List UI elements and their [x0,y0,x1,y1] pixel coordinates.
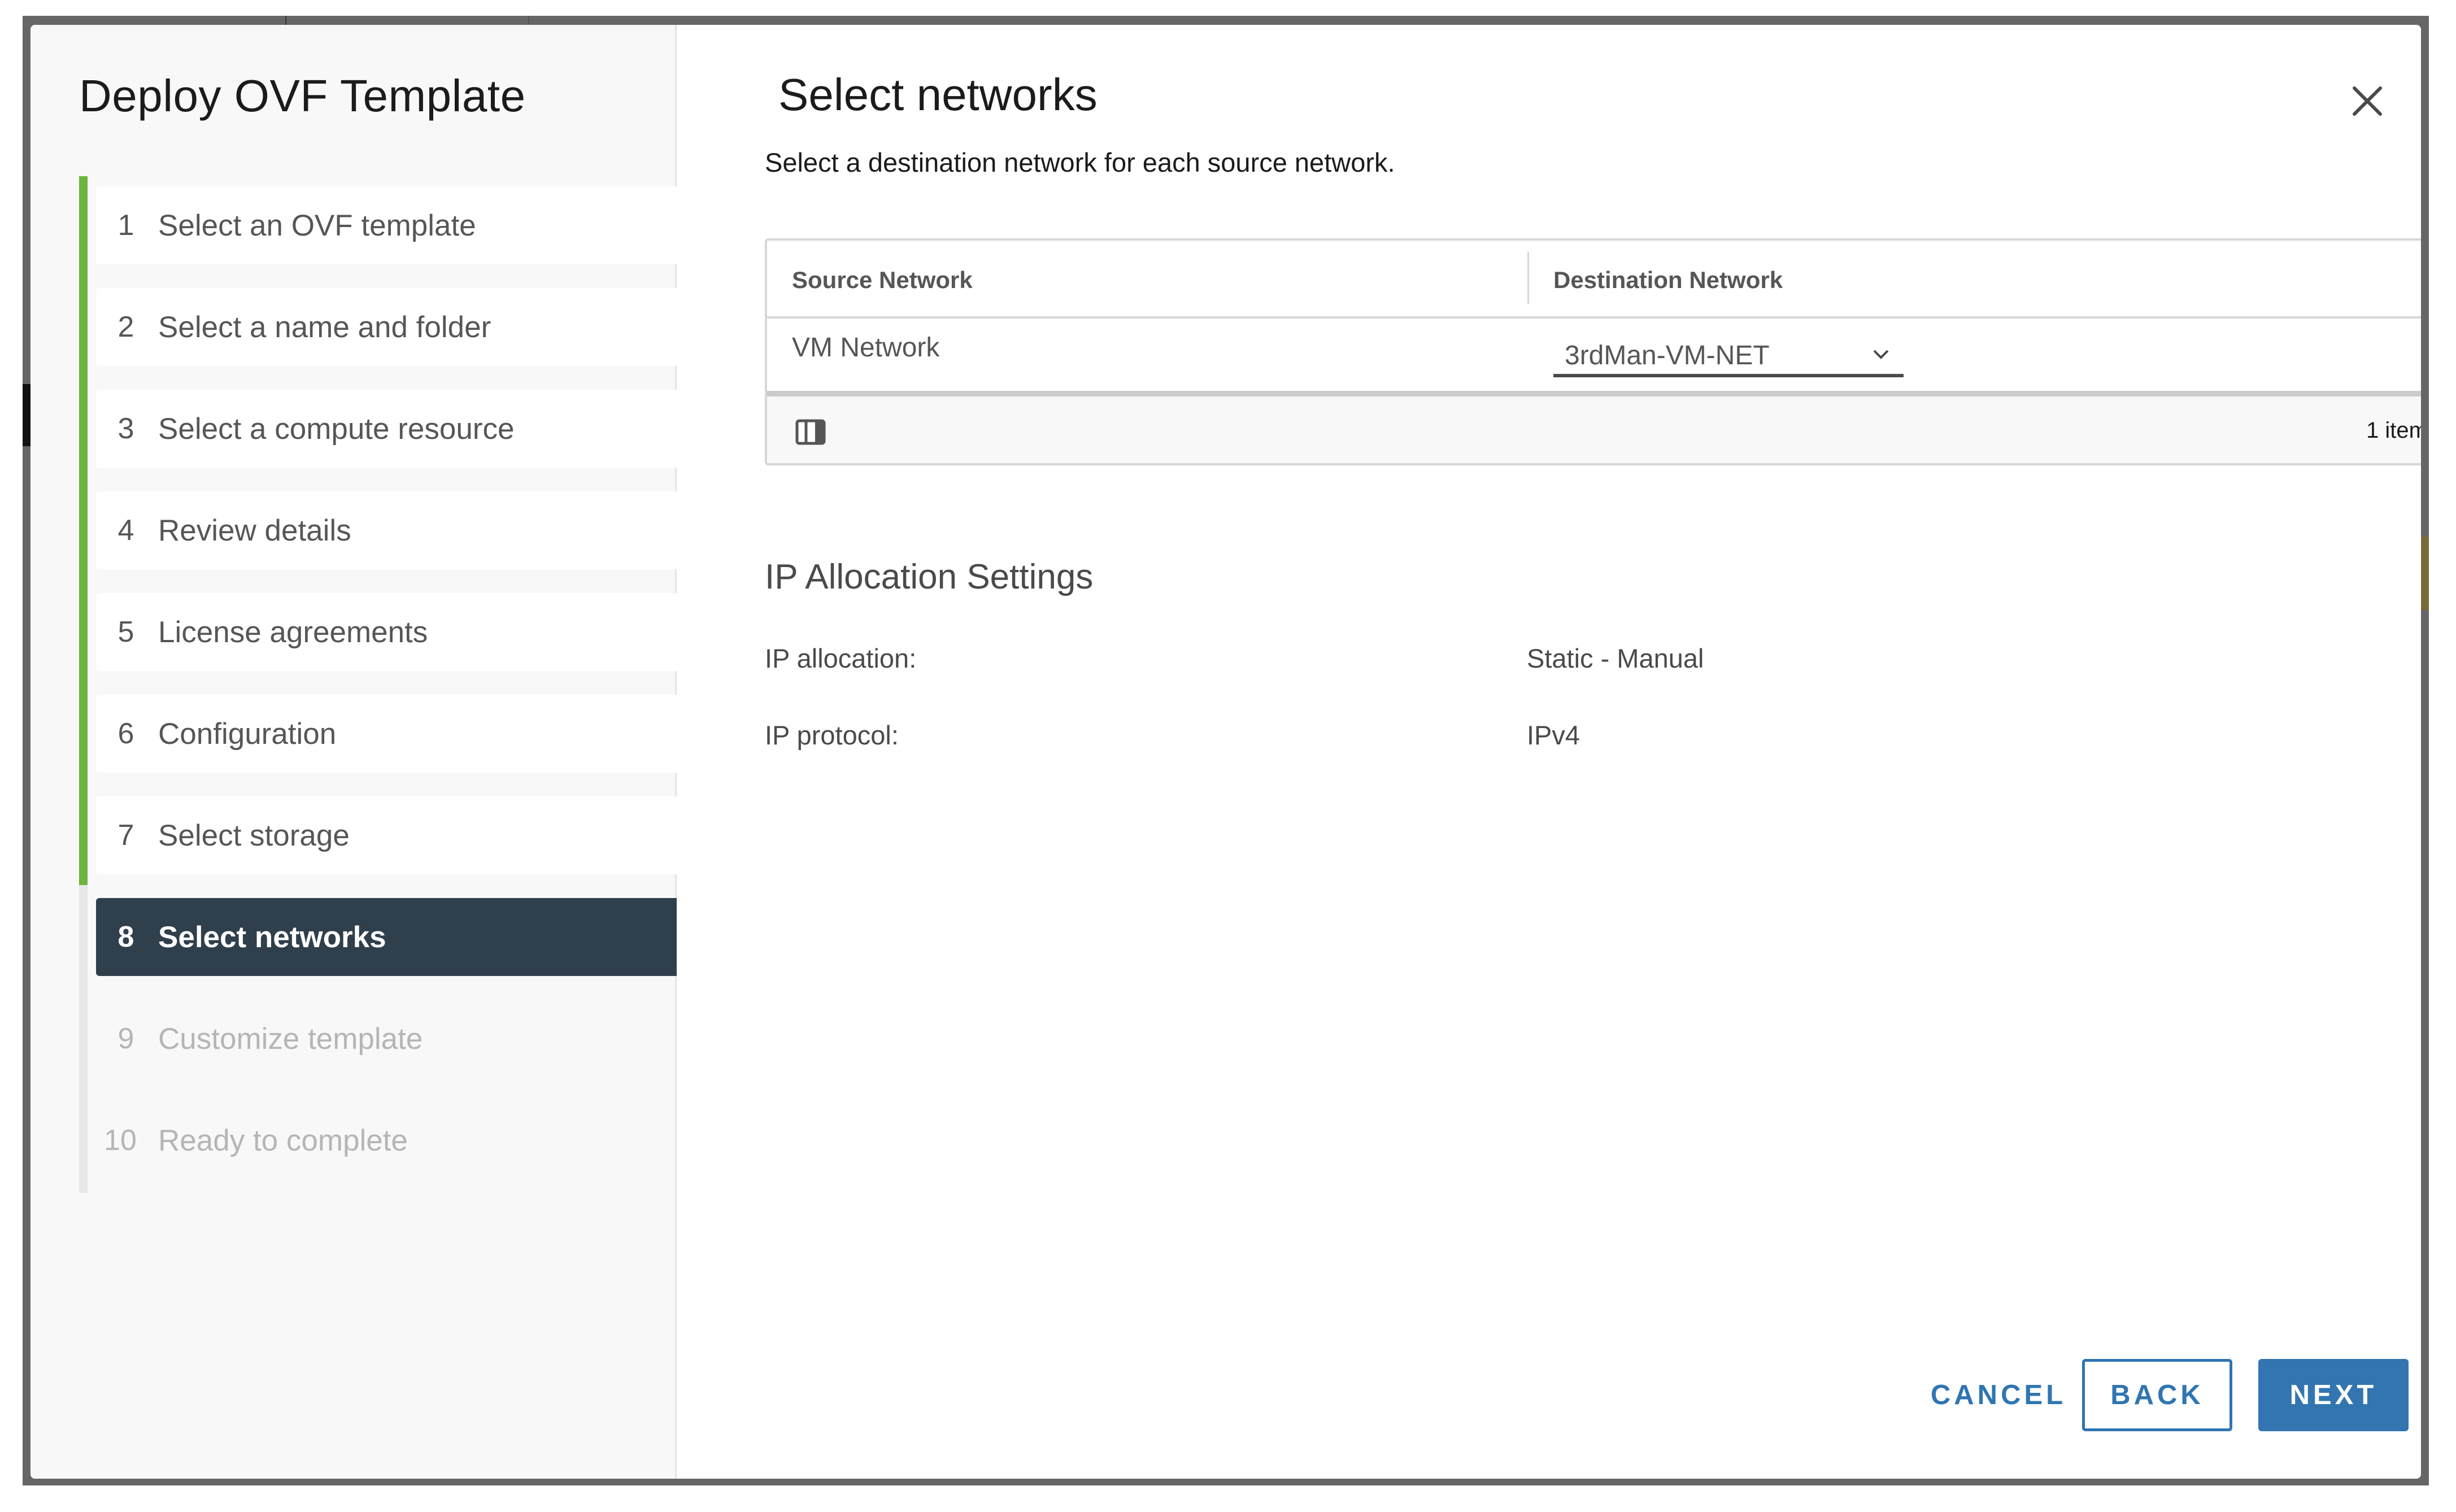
ip-allocation-settings-title: IP Allocation Settings [765,557,1094,596]
step-label: Select a name and folder [158,310,491,344]
wizard-step-select-ovf-template[interactable]: 1 Select an OVF template [96,186,677,264]
background-detail [23,384,31,446]
wizard-step-select-compute-resource[interactable]: 3 Select a compute resource [96,390,677,468]
background-detail [528,16,529,25]
column-header-source-network[interactable]: Source Network [792,267,973,294]
ip-protocol-value: IPv4 [1527,720,1580,750]
step-number: 3 [117,412,134,445]
destination-network-value: 3rdMan-VM-NET [1565,341,1770,371]
destination-network-select[interactable]: 3rdMan-VM-NET [1553,333,1904,377]
wizard-content: Select networks Select a destination net… [677,25,2421,1479]
grid-footer: 1 item [767,396,2421,463]
step-label: Customize template [158,1022,423,1056]
step-progress-completed [79,176,88,885]
step-number: 4 [117,514,134,547]
column-toggle-button[interactable] [795,419,826,445]
cancel-button[interactable]: CANCEL [1914,1359,2083,1431]
step-number: 10 [104,1124,137,1157]
page-title: Select networks [778,69,1098,120]
page-description: Select a destination network for each so… [765,147,1395,177]
wizard-step-customize-template: 9 Customize template [96,1000,677,1078]
column-toggle-icon [795,419,826,445]
wizard-title: Deploy OVF Template [79,71,526,121]
step-label: Select storage [158,818,350,852]
wizard-step-ready-to-complete: 10 Ready to complete [96,1101,677,1179]
network-mapping-grid: Source Network Destination Network VM Ne… [765,238,2421,465]
wizard-step-license-agreements[interactable]: 5 License agreements [96,593,677,671]
step-label: Select networks [158,920,386,954]
step-label: Review details [158,513,351,547]
ip-allocation-label: IP allocation: [765,643,917,673]
back-button[interactable]: BACK [2082,1359,2232,1431]
wizard-step-select-name-folder[interactable]: 2 Select a name and folder [96,288,677,366]
column-header-destination-network[interactable]: Destination Network [1553,267,1783,294]
step-number: 5 [117,616,134,648]
step-number: 2 [117,311,134,343]
step-number: 8 [117,921,134,953]
step-number: 6 [117,717,134,750]
wizard-step-select-networks[interactable]: 8 Select networks [96,898,677,976]
table-row: VM Network 3rdMan-VM-NET [767,319,2421,396]
step-label: Configuration [158,717,337,751]
background-detail [285,16,286,25]
step-number: 9 [117,1022,134,1055]
wizard-step-review-details[interactable]: 4 Review details [96,491,677,569]
wizard-steps: 1 Select an OVF template 2 Select a name… [96,186,677,1203]
ip-protocol-label: IP protocol: [765,720,899,750]
background-detail [2421,537,2429,610]
ip-allocation-value: Static - Manual [1527,643,1704,673]
step-label: License agreements [158,615,428,649]
chevron-down-icon [1873,350,1889,359]
step-label: Select an OVF template [158,208,476,242]
wizard-sidebar: Deploy OVF Template 1 Select an OVF temp… [31,25,677,1479]
close-button[interactable] [2348,81,2387,121]
grid-header: Source Network Destination Network [767,241,2421,319]
step-number: 1 [117,209,134,242]
step-label: Select a compute resource [158,412,515,446]
column-resize-handle[interactable] [1527,252,1529,304]
step-number: 7 [117,819,134,852]
close-icon [2353,86,2382,116]
item-count: 1 item [2366,418,2421,443]
step-label: Ready to complete [158,1123,408,1157]
wizard-step-select-storage[interactable]: 7 Select storage [96,796,677,874]
wizard-step-configuration[interactable]: 6 Configuration [96,695,677,773]
next-button[interactable]: NEXT [2258,1359,2409,1431]
source-network-cell: VM Network [792,333,940,363]
deploy-ovf-wizard-modal: Deploy OVF Template 1 Select an OVF temp… [31,25,2421,1479]
